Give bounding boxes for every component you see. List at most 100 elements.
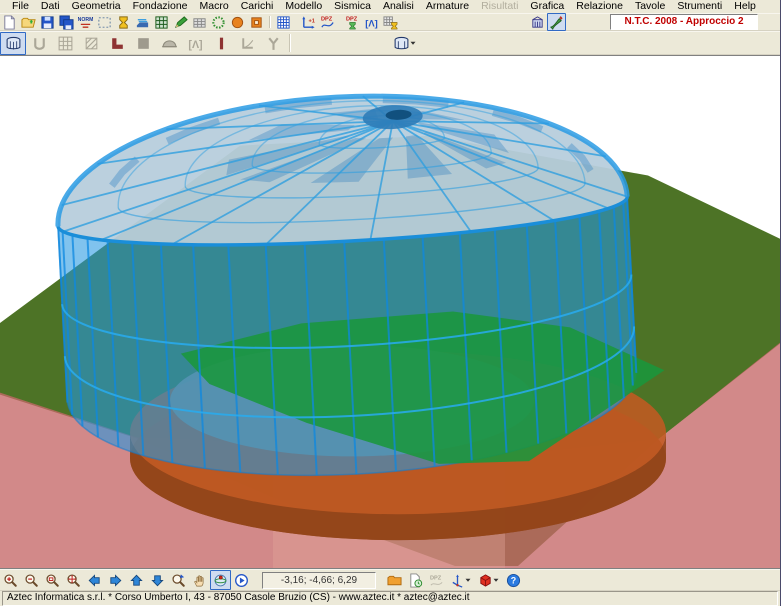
- slab-button: [130, 32, 156, 55]
- menu-analisi[interactable]: Analisi: [377, 0, 420, 13]
- help-button[interactable]: ?: [503, 570, 524, 590]
- zoom-out-button[interactable]: [21, 570, 42, 590]
- circular-mesh-button[interactable]: [209, 13, 228, 31]
- fork-y-icon: [265, 35, 282, 52]
- zoom-dynamic-icon: [171, 573, 186, 588]
- menu-relazione[interactable]: Relazione: [570, 0, 629, 13]
- zoom-extents-button[interactable]: [63, 570, 84, 590]
- curve-button: [234, 32, 260, 55]
- pan-left-button[interactable]: [84, 570, 105, 590]
- dpz-verify-button[interactable]: DPZ: [343, 13, 362, 31]
- menu-grafica[interactable]: Grafica: [524, 0, 570, 13]
- arrow-down-icon: [150, 573, 165, 588]
- menu-carichi[interactable]: Carichi: [235, 0, 280, 13]
- svg-text:DPZ: DPZ: [321, 16, 333, 22]
- caret-down-icon[interactable]: [492, 576, 500, 584]
- zoom-window-button[interactable]: [42, 570, 63, 590]
- l-curve-icon: [239, 35, 256, 52]
- mesh-analysis-button[interactable]: [381, 13, 400, 31]
- table-button[interactable]: [274, 13, 293, 31]
- load-view-button[interactable]: [384, 570, 405, 590]
- u-section-button: [26, 32, 52, 55]
- menu-sismica[interactable]: Sismica: [328, 0, 377, 13]
- menu-dati[interactable]: Dati: [35, 0, 66, 13]
- panel-section-icon: [83, 35, 100, 52]
- open-button[interactable]: [19, 13, 38, 31]
- axes-xyz-icon: [450, 573, 465, 588]
- 3d-scene[interactable]: [0, 56, 780, 568]
- structure-view-button[interactable]: [528, 13, 547, 31]
- caret-down-icon[interactable]: [409, 39, 417, 47]
- export-button[interactable]: [405, 570, 426, 590]
- offset-button[interactable]: +1: [299, 13, 318, 31]
- dpz-view-button: DPZ: [426, 570, 447, 590]
- menu-help[interactable]: Help: [728, 0, 762, 13]
- pan-up-button[interactable]: [126, 570, 147, 590]
- svg-text:[Λ]: [Λ]: [188, 38, 202, 50]
- save-all-icon: [59, 15, 74, 30]
- dome-icon: [161, 35, 178, 52]
- hatch-grid-button[interactable]: [190, 13, 209, 31]
- save-icon: [40, 15, 55, 30]
- zoom-in-icon: [3, 573, 18, 588]
- export-page-icon: [408, 573, 423, 588]
- orbit-icon: [213, 573, 228, 588]
- render-button[interactable]: [547, 13, 566, 31]
- circular-plate-button[interactable]: [228, 13, 247, 31]
- tank-model-3d: [52, 81, 669, 489]
- edit-button[interactable]: [171, 13, 190, 31]
- pencil-icon: [173, 15, 188, 30]
- new-button[interactable]: [0, 13, 19, 31]
- square-plate-button[interactable]: [247, 13, 266, 31]
- svg-text:?: ?: [511, 575, 516, 585]
- pan-down-button[interactable]: [147, 570, 168, 590]
- status-bar: Aztec Informatica s.r.l. * Corso Umberto…: [0, 591, 780, 606]
- design-code-badge: N.T.C. 2008 - Approccio 2: [610, 14, 758, 30]
- svg-text:+1: +1: [309, 18, 315, 24]
- dpz-diagram-button[interactable]: DPZ: [318, 13, 337, 31]
- save-button[interactable]: [38, 13, 57, 31]
- pan-right-button[interactable]: [105, 570, 126, 590]
- column-button: [208, 32, 234, 55]
- zoom-dynamic-button[interactable]: [168, 570, 189, 590]
- tank-model-button[interactable]: [0, 32, 26, 55]
- circle-orange-icon: [230, 15, 245, 30]
- mesh-button[interactable]: [152, 13, 171, 31]
- menu-geometria[interactable]: Geometria: [66, 0, 127, 13]
- zoom-in-button[interactable]: [0, 570, 21, 590]
- column-icon: [213, 35, 230, 52]
- menu-fondazione[interactable]: Fondazione: [127, 0, 194, 13]
- new-document-icon: [2, 15, 17, 30]
- view-selector-button[interactable]: [390, 32, 420, 55]
- menu-armature[interactable]: Armature: [420, 0, 475, 13]
- building-icon: [530, 15, 545, 30]
- menu-modello[interactable]: Modello: [279, 0, 328, 13]
- svg-text:DPZ: DPZ: [430, 575, 442, 581]
- basin-button[interactable]: [133, 13, 152, 31]
- armature-button[interactable]: [Λ]: [362, 13, 381, 31]
- menu-macro[interactable]: Macro: [194, 0, 235, 13]
- menu-strumenti[interactable]: Strumenti: [671, 0, 728, 13]
- save-all-button[interactable]: [57, 13, 76, 31]
- toolbar-separator: [269, 16, 271, 29]
- menu-tavole[interactable]: Tavole: [629, 0, 671, 13]
- armature-view-button: [Λ]: [182, 32, 208, 55]
- arrow-left-icon: [87, 573, 102, 588]
- menu-viste[interactable]: Viste: [776, 0, 781, 13]
- render-mode-button[interactable]: [475, 570, 503, 590]
- norm-settings-button[interactable]: NORM: [76, 13, 95, 31]
- pan-hand-button[interactable]: [189, 570, 210, 590]
- application-window: FileDatiGeometriaFondazioneMacroCarichiM…: [0, 0, 781, 606]
- orbit-3d-button[interactable]: [210, 570, 231, 590]
- selection-button[interactable]: [95, 13, 114, 31]
- axes-button[interactable]: [447, 570, 475, 590]
- svg-text:[Λ]: [Λ]: [365, 18, 377, 28]
- toolbar-separator: [289, 34, 291, 52]
- caret-down-icon[interactable]: [464, 576, 472, 584]
- 3d-viewport[interactable]: [0, 55, 780, 569]
- analysis-button[interactable]: [114, 13, 133, 31]
- help-icon: ?: [506, 573, 521, 588]
- table-grid-icon: [276, 15, 291, 30]
- play-animation-button[interactable]: [231, 570, 252, 590]
- menu-file[interactable]: File: [6, 0, 35, 13]
